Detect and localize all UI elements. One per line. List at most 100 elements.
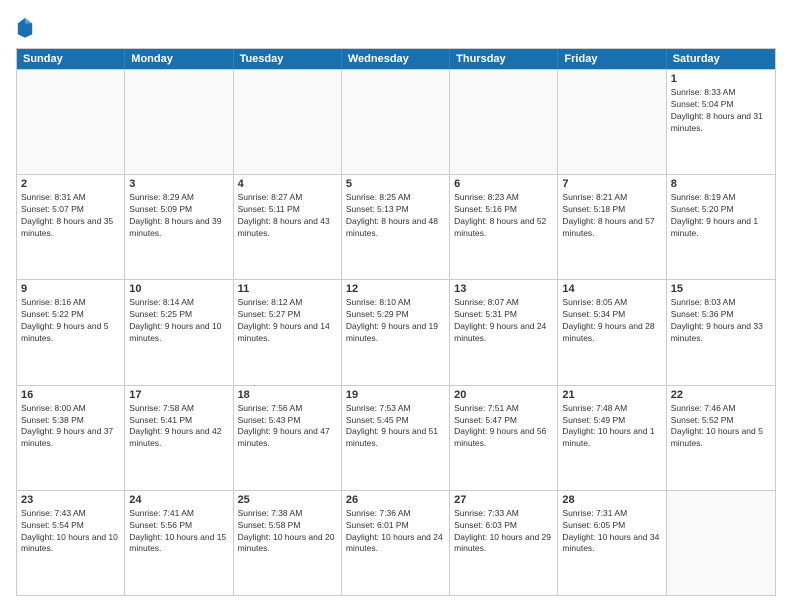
cell-info: Sunrise: 8:27 AM Sunset: 5:11 PM Dayligh…	[238, 192, 337, 240]
calendar-cell	[450, 70, 558, 174]
cell-date-number: 18	[238, 389, 337, 401]
cell-date-number: 5	[346, 178, 445, 190]
cell-date-number: 11	[238, 283, 337, 295]
cell-date-number: 16	[21, 389, 120, 401]
cell-date-number: 3	[129, 178, 228, 190]
calendar-header: SundayMondayTuesdayWednesdayThursdayFrid…	[17, 49, 775, 69]
calendar-cell: 23Sunrise: 7:43 AM Sunset: 5:54 PM Dayli…	[17, 491, 125, 595]
cell-info: Sunrise: 8:05 AM Sunset: 5:34 PM Dayligh…	[562, 297, 661, 345]
calendar-cell: 27 Sunrise: 7:33 AM Sunset: 6:03 PM Dayli…	[450, 491, 558, 595]
cell-info: Sunrise: 8:03 AM Sunset: 5:36 PM Dayligh…	[671, 297, 771, 345]
calendar-cell: 8 Sunrise: 8:19 AM Sunset: 5:20 PM Daylig…	[667, 175, 775, 279]
cell-date-number: 27	[454, 494, 553, 506]
calendar-cell: 22 Sunrise: 7:46 AM Sunset: 5:52 PM Dayli…	[667, 386, 775, 490]
cell-date-number: 15	[671, 283, 771, 295]
calendar-cell	[17, 70, 125, 174]
cell-date-number: 22	[671, 389, 771, 401]
calendar-cell: 11 Sunrise: 8:12 AM Sunset: 5:27 PM Dayli…	[234, 280, 342, 384]
calendar-cell: 14 Sunrise: 8:05 AM Sunset: 5:34 PM Dayli…	[558, 280, 666, 384]
cell-info: Sunrise: 7:38 AM Sunset: 5:58 PM Dayligh…	[238, 508, 337, 556]
cell-info: Sunrise: 8:31 AM Sunset: 5:07 PM Dayligh…	[21, 192, 120, 240]
cell-info: Sunrise: 7:48 AM Sunset: 5:49 PM Dayligh…	[562, 403, 661, 451]
calendar-cell: 24Sunrise: 7:41 AM Sunset: 5:56 PM Dayli…	[125, 491, 233, 595]
cell-date-number: 10	[129, 283, 228, 295]
cell-info: Sunrise: 8:14 AM Sunset: 5:25 PM Dayligh…	[129, 297, 228, 345]
weekday-header: Saturday	[667, 49, 775, 69]
cell-date-number: 25	[238, 494, 337, 506]
calendar-cell: 16Sunrise: 8:00 AM Sunset: 5:38 PM Dayli…	[17, 386, 125, 490]
cell-info: Sunrise: 8:29 AM Sunset: 5:09 PM Dayligh…	[129, 192, 228, 240]
page: SundayMondayTuesdayWednesdayThursdayFrid…	[0, 0, 792, 612]
calendar-cell: 19 Sunrise: 7:53 AM Sunset: 5:45 PM Dayli…	[342, 386, 450, 490]
cell-date-number: 28	[562, 494, 661, 506]
cell-info: Sunrise: 8:16 AM Sunset: 5:22 PM Dayligh…	[21, 297, 120, 345]
cell-date-number: 9	[21, 283, 120, 295]
calendar-cell: 12 Sunrise: 8:10 AM Sunset: 5:29 PM Dayli…	[342, 280, 450, 384]
calendar-cell	[342, 70, 450, 174]
calendar-cell: 6 Sunrise: 8:23 AM Sunset: 5:16 PM Daylig…	[450, 175, 558, 279]
cell-date-number: 8	[671, 178, 771, 190]
cell-info: Sunrise: 8:12 AM Sunset: 5:27 PM Dayligh…	[238, 297, 337, 345]
calendar-cell: 7 Sunrise: 8:21 AM Sunset: 5:18 PM Daylig…	[558, 175, 666, 279]
calendar-cell: 21 Sunrise: 7:48 AM Sunset: 5:49 PM Dayli…	[558, 386, 666, 490]
calendar-cell	[667, 491, 775, 595]
cell-info: Sunrise: 8:10 AM Sunset: 5:29 PM Dayligh…	[346, 297, 445, 345]
cell-info: Sunrise: 8:19 AM Sunset: 5:20 PM Dayligh…	[671, 192, 771, 240]
cell-date-number: 4	[238, 178, 337, 190]
calendar-cell: 26 Sunrise: 7:36 AM Sunset: 6:01 PM Dayli…	[342, 491, 450, 595]
calendar-row: 1 Sunrise: 8:33 AM Sunset: 5:04 PM Daylig…	[17, 69, 775, 174]
calendar-cell: 10 Sunrise: 8:14 AM Sunset: 5:25 PM Dayli…	[125, 280, 233, 384]
cell-date-number: 1	[671, 73, 771, 85]
cell-date-number: 7	[562, 178, 661, 190]
cell-date-number: 21	[562, 389, 661, 401]
cell-date-number: 24	[129, 494, 228, 506]
cell-date-number: 6	[454, 178, 553, 190]
weekday-header: Monday	[125, 49, 233, 69]
cell-info: Sunrise: 7:53 AM Sunset: 5:45 PM Dayligh…	[346, 403, 445, 451]
calendar-cell: 9 Sunrise: 8:16 AM Sunset: 5:22 PM Daylig…	[17, 280, 125, 384]
cell-date-number: 17	[129, 389, 228, 401]
cell-info: Sunrise: 7:56 AM Sunset: 5:43 PM Dayligh…	[238, 403, 337, 451]
calendar-row: 9 Sunrise: 8:16 AM Sunset: 5:22 PM Daylig…	[17, 279, 775, 384]
weekday-header: Thursday	[450, 49, 558, 69]
cell-info: Sunrise: 8:21 AM Sunset: 5:18 PM Dayligh…	[562, 192, 661, 240]
calendar-body: 1 Sunrise: 8:33 AM Sunset: 5:04 PM Daylig…	[17, 69, 775, 595]
cell-info: Sunrise: 8:07 AM Sunset: 5:31 PM Dayligh…	[454, 297, 553, 345]
cell-info: Sunrise: 7:33 AM Sunset: 6:03 PM Dayligh…	[454, 508, 553, 556]
weekday-header: Tuesday	[234, 49, 342, 69]
cell-date-number: 19	[346, 389, 445, 401]
calendar-cell: 4 Sunrise: 8:27 AM Sunset: 5:11 PM Daylig…	[234, 175, 342, 279]
weekday-header: Friday	[558, 49, 666, 69]
cell-date-number: 26	[346, 494, 445, 506]
calendar-cell: 2Sunrise: 8:31 AM Sunset: 5:07 PM Daylig…	[17, 175, 125, 279]
calendar-cell	[125, 70, 233, 174]
cell-info: Sunrise: 7:43 AM Sunset: 5:54 PM Dayligh…	[21, 508, 120, 556]
calendar-cell	[234, 70, 342, 174]
cell-info: Sunrise: 8:25 AM Sunset: 5:13 PM Dayligh…	[346, 192, 445, 240]
cell-date-number: 14	[562, 283, 661, 295]
logo	[16, 16, 38, 38]
calendar-cell: 5 Sunrise: 8:25 AM Sunset: 5:13 PM Daylig…	[342, 175, 450, 279]
cell-date-number: 12	[346, 283, 445, 295]
weekday-header: Sunday	[17, 49, 125, 69]
cell-info: Sunrise: 7:51 AM Sunset: 5:47 PM Dayligh…	[454, 403, 553, 451]
calendar-cell: 3 Sunrise: 8:29 AM Sunset: 5:09 PM Daylig…	[125, 175, 233, 279]
calendar-cell: 13 Sunrise: 8:07 AM Sunset: 5:31 PM Dayli…	[450, 280, 558, 384]
calendar-row: 16Sunrise: 8:00 AM Sunset: 5:38 PM Dayli…	[17, 385, 775, 490]
cell-info: Sunrise: 7:46 AM Sunset: 5:52 PM Dayligh…	[671, 403, 771, 451]
calendar-row: 23Sunrise: 7:43 AM Sunset: 5:54 PM Dayli…	[17, 490, 775, 595]
cell-info: Sunrise: 7:58 AM Sunset: 5:41 PM Dayligh…	[129, 403, 228, 451]
calendar-cell: 15 Sunrise: 8:03 AM Sunset: 5:36 PM Dayli…	[667, 280, 775, 384]
cell-info: Sunrise: 8:33 AM Sunset: 5:04 PM Dayligh…	[671, 87, 771, 135]
weekday-header: Wednesday	[342, 49, 450, 69]
header	[16, 16, 776, 38]
calendar-cell: 25 Sunrise: 7:38 AM Sunset: 5:58 PM Dayli…	[234, 491, 342, 595]
cell-info: Sunrise: 7:36 AM Sunset: 6:01 PM Dayligh…	[346, 508, 445, 556]
calendar-row: 2Sunrise: 8:31 AM Sunset: 5:07 PM Daylig…	[17, 174, 775, 279]
calendar: SundayMondayTuesdayWednesdayThursdayFrid…	[16, 48, 776, 596]
cell-info: Sunrise: 8:23 AM Sunset: 5:16 PM Dayligh…	[454, 192, 553, 240]
calendar-cell: 28Sunrise: 7:31 AM Sunset: 6:05 PM Dayli…	[558, 491, 666, 595]
calendar-cell: 18 Sunrise: 7:56 AM Sunset: 5:43 PM Dayli…	[234, 386, 342, 490]
cell-date-number: 13	[454, 283, 553, 295]
calendar-cell	[558, 70, 666, 174]
